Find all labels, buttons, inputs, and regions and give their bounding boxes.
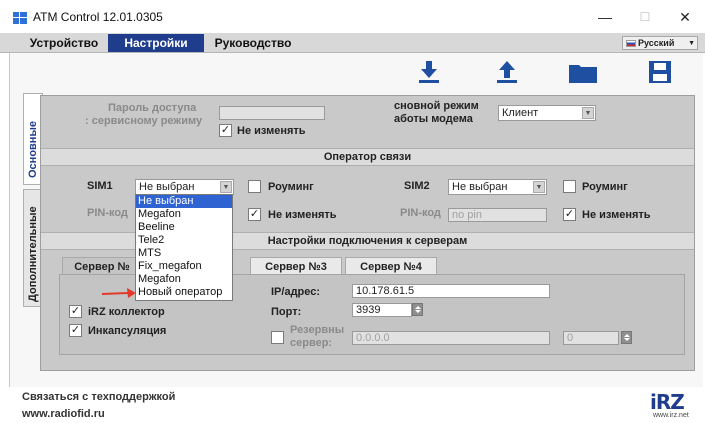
password-no-change-checkbox[interactable]: ✓ [219,124,232,137]
save-icon[interactable] [646,59,674,85]
app-icon [13,12,27,24]
sim1-label: SIM1 [87,180,113,192]
reserve-ip-input[interactable]: 0.0.0.0 [352,331,550,345]
reserve-port-value: 0 [567,332,574,344]
window-title: ATM Control 12.01.0305 [33,10,163,24]
logo-text: iRZ [650,390,685,414]
title-bar: ATM Control 12.01.0305 — ☐ ✕ [0,0,705,32]
sim2-pin-no-change-checkbox[interactable]: ✓ [563,208,576,221]
website-link[interactable]: www.radiofid.ru [22,408,105,420]
sim1-roaming-checkbox[interactable] [248,180,261,193]
sim1-pin-label: PIN-код [87,207,128,219]
reserve-port-input[interactable]: 0 [563,331,619,345]
dropdown-item[interactable]: MTS [136,247,232,260]
irz-collector-checkbox[interactable]: ✓ [69,305,82,318]
sim2-pin-placeholder: no pin [452,209,482,221]
sim2-label: SIM2 [404,180,430,192]
side-tab-additional-label: Дополнительные [27,206,39,302]
mode-label-2: аботы модема [394,113,473,125]
chevron-down-icon: ▼ [582,107,594,119]
password-no-change-label: Не изменять [237,125,306,137]
mode-label: сновной режим [394,100,479,112]
reserve-port-spinner[interactable] [621,331,632,344]
encapsulation-label: Инкапсуляция [88,325,167,337]
sim1-operator-dropdown: Не выбран Megafon Beeline Tele2 MTS Fix_… [135,194,233,301]
sim1-roaming-label: Роуминг [268,181,314,193]
port-value: 3939 [356,304,381,316]
port-spinner[interactable] [412,303,423,316]
support-link[interactable]: Связаться с техподдержкой [22,391,175,403]
russian-flag-icon [626,40,636,48]
folder-icon[interactable] [567,59,599,85]
download-icon[interactable] [415,59,443,85]
side-tab-basic-label: Основные [27,121,39,178]
tab-device[interactable]: Устройство [24,34,104,52]
port-input[interactable]: 3939 [352,303,412,317]
upload-icon[interactable] [493,59,521,85]
password-label-2: : сервисному режиму [85,115,203,127]
ip-label: IP/адрес: [271,286,321,298]
minimize-button[interactable]: — [592,6,618,28]
irz-collector-label: iRZ коллектор [88,306,165,318]
dropdown-item[interactable]: Не выбран [136,195,232,208]
chevron-down-icon: ▼ [688,40,695,47]
tab-settings[interactable]: Настройки [108,34,204,52]
maximize-button[interactable]: ☐ [632,6,658,28]
chevron-down-icon: ▼ [533,181,545,193]
annotation-arrow-icon [101,288,136,298]
sim1-pin-no-change-checkbox[interactable]: ✓ [248,208,261,221]
sim2-select[interactable]: Не выбран ▼ [448,179,547,195]
modem-mode-select[interactable]: Клиент ▼ [498,105,596,121]
password-label: Пароль доступа [108,102,197,114]
sim2-pin-label: PIN-код [400,207,441,219]
language-value: Русский [638,38,675,48]
modem-mode-value: Клиент [502,107,539,119]
dropdown-item[interactable]: Megafon [136,208,232,221]
dropdown-item[interactable]: Tele2 [136,234,232,247]
ip-address-value: 10.178.61.5 [356,285,415,297]
dropdown-item[interactable]: Megafon [136,273,232,286]
password-field[interactable] [219,106,325,120]
tab-manual[interactable]: Руководство [206,34,300,52]
sim1-value: Не выбран [139,181,195,193]
ip-address-input[interactable]: 10.178.61.5 [352,284,550,298]
reserve-ip-value: 0.0.0.0 [356,332,390,344]
sim2-roaming-checkbox[interactable] [563,180,576,193]
sim1-select[interactable]: Не выбран ▼ [135,179,234,195]
dropdown-item[interactable]: Новый оператор [136,286,232,299]
language-select[interactable]: Русский ▼ [622,36,698,50]
sim2-pin-no-change-label: Не изменять [582,209,651,221]
dropdown-item[interactable]: Beeline [136,221,232,234]
sim2-roaming-label: Роуминг [582,181,628,193]
sim1-pin-no-change-label: Не изменять [268,209,337,221]
reserve-server-label: Резервны [290,324,345,336]
close-button[interactable]: ✕ [672,6,698,28]
sim2-value: Не выбран [452,181,508,193]
logo-url: www.irz.net [653,412,689,419]
operator-header: Оператор связи [41,148,694,166]
encapsulation-checkbox[interactable]: ✓ [69,324,82,337]
sim2-pin-field[interactable]: no pin [448,208,547,222]
dropdown-item[interactable]: Fix_megafon [136,260,232,273]
reserve-server-label-2: сервер: [290,337,333,349]
menu-bar: Устройство Настройки Руководство Русский… [0,33,705,53]
reserve-server-checkbox[interactable] [271,331,284,344]
port-label: Порт: [271,306,302,318]
chevron-down-icon: ▼ [220,181,232,193]
